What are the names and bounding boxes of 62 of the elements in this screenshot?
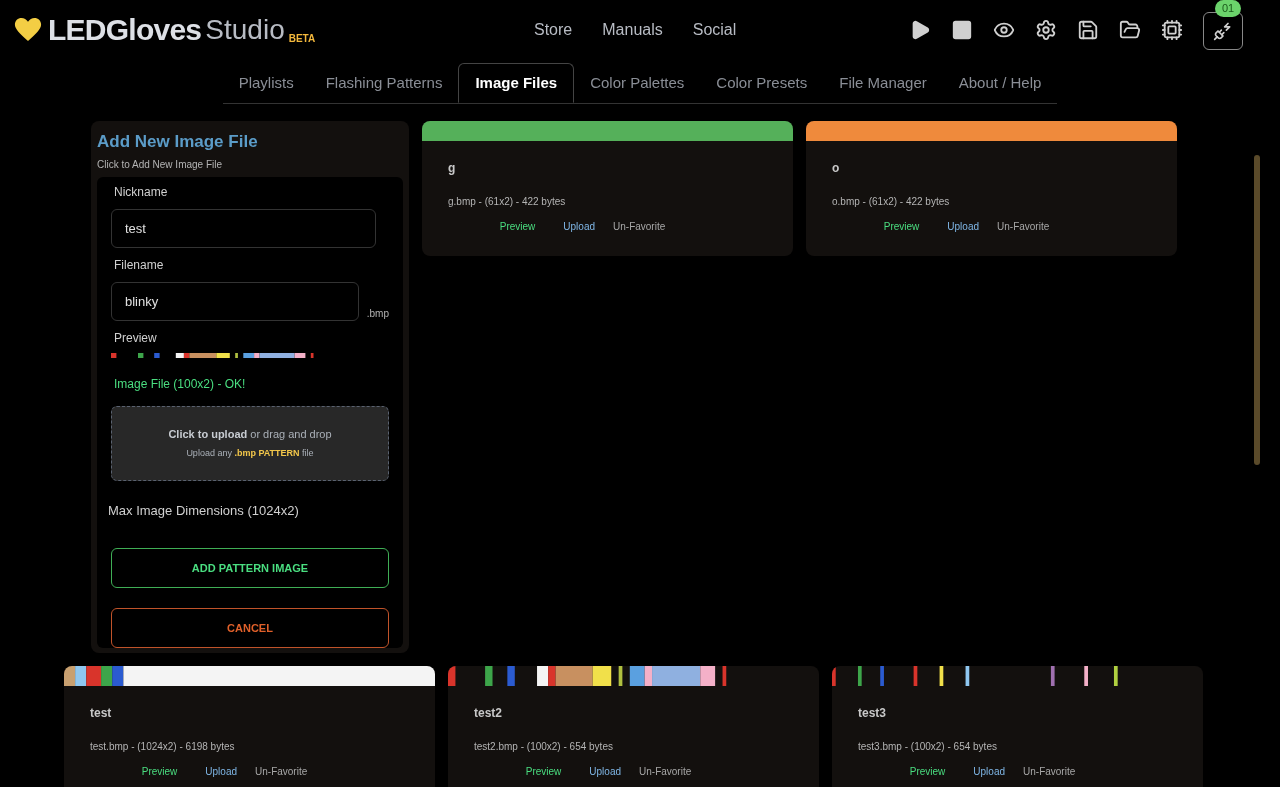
- filename-field[interactable]: blinky: [111, 281, 359, 321]
- nickname-field[interactable]: test: [111, 208, 376, 248]
- tab[interactable]: Color Presets: [700, 63, 824, 103]
- card-title: o: [832, 160, 841, 177]
- upload-prompt: Click to upload or drag and drop: [168, 427, 332, 442]
- file-info: o.bmp - (61x2) - 422 bytes: [832, 195, 951, 209]
- panel-title: Add New Image File: [97, 131, 259, 153]
- upload-hint: Upload any .bmp PATTERN file: [186, 446, 314, 460]
- file-info: g.bmp - (61x2) - 422 bytes: [448, 195, 567, 209]
- tab[interactable]: Playlists: [222, 63, 310, 103]
- card-action[interactable]: Un-Favorite: [613, 219, 666, 234]
- card-action[interactable]: Upload: [205, 764, 237, 779]
- chip-icon[interactable]: [1161, 19, 1183, 41]
- field-label: Nickname: [114, 183, 169, 201]
- nav-link[interactable]: Social: [692, 18, 737, 42]
- card-action[interactable]: Un-Favorite: [1023, 764, 1076, 779]
- card-title: g: [448, 160, 457, 177]
- card-action[interactable]: Upload: [973, 764, 1005, 779]
- file-info: test.bmp - (1024x2) - 6198 bytes: [90, 740, 236, 754]
- logo-text: LEDGloves: [48, 15, 202, 45]
- card-title: test2: [474, 705, 503, 722]
- card-action[interactable]: Preview: [141, 764, 178, 779]
- settings-icon[interactable]: [1035, 19, 1057, 41]
- tab[interactable]: Flashing Patterns: [309, 63, 459, 103]
- field-label: Filename: [114, 256, 165, 274]
- nav-link[interactable]: Manuals: [602, 18, 663, 42]
- tab[interactable]: About / Help: [942, 63, 1058, 103]
- file-info: test2.bmp - (100x2) - 654 bytes: [474, 740, 614, 754]
- tab[interactable]: File Manager: [823, 63, 943, 103]
- nav-link[interactable]: Store: [534, 18, 573, 42]
- add-pattern-button[interactable]: ADD PATTERN IMAGE: [111, 548, 389, 588]
- folder-icon[interactable]: [1119, 19, 1141, 41]
- panel-subtitle: Click to Add New Image File: [97, 157, 224, 172]
- stop-icon[interactable]: [951, 19, 973, 41]
- scrollbar[interactable]: [1254, 155, 1260, 465]
- extension-label: .bmp: [366, 306, 389, 321]
- cancel-button[interactable]: CANCEL: [111, 608, 389, 648]
- beta-label: BETA: [288, 31, 316, 46]
- field-label: Preview: [114, 329, 158, 347]
- card-title: test: [90, 705, 113, 722]
- card-action[interactable]: Upload: [589, 764, 621, 779]
- file-info: test3.bmp - (100x2) - 654 bytes: [858, 740, 998, 754]
- card-action[interactable]: Un-Favorite: [255, 764, 308, 779]
- card-action[interactable]: Upload: [563, 219, 595, 234]
- tab[interactable]: Color Palettes: [574, 63, 701, 103]
- heart-icon: [14, 18, 42, 42]
- card-action[interactable]: Upload: [947, 219, 979, 234]
- card-title: test3: [858, 705, 887, 722]
- upload-dropzone[interactable]: Click to upload or drag and drop Upload any .bmp PATTERN file: [111, 405, 389, 481]
- status-message: Image File (100x2) - OK!: [114, 375, 247, 393]
- max-dimensions: Max Image Dimensions (1024x2): [108, 501, 300, 520]
- card-action[interactable]: Un-Favorite: [639, 764, 692, 779]
- card-action[interactable]: Preview: [499, 219, 536, 234]
- plug-icon: [1213, 21, 1233, 41]
- card-action[interactable]: Preview: [525, 764, 562, 779]
- card-action[interactable]: Un-Favorite: [997, 219, 1050, 234]
- card-action[interactable]: Preview: [909, 764, 946, 779]
- card-action[interactable]: Preview: [883, 219, 920, 234]
- logo-subtitle: Studio: [205, 16, 285, 44]
- save-icon[interactable]: [1077, 19, 1099, 41]
- tab[interactable]: Image Files: [458, 63, 575, 103]
- device-count-badge: 01: [1215, 0, 1242, 17]
